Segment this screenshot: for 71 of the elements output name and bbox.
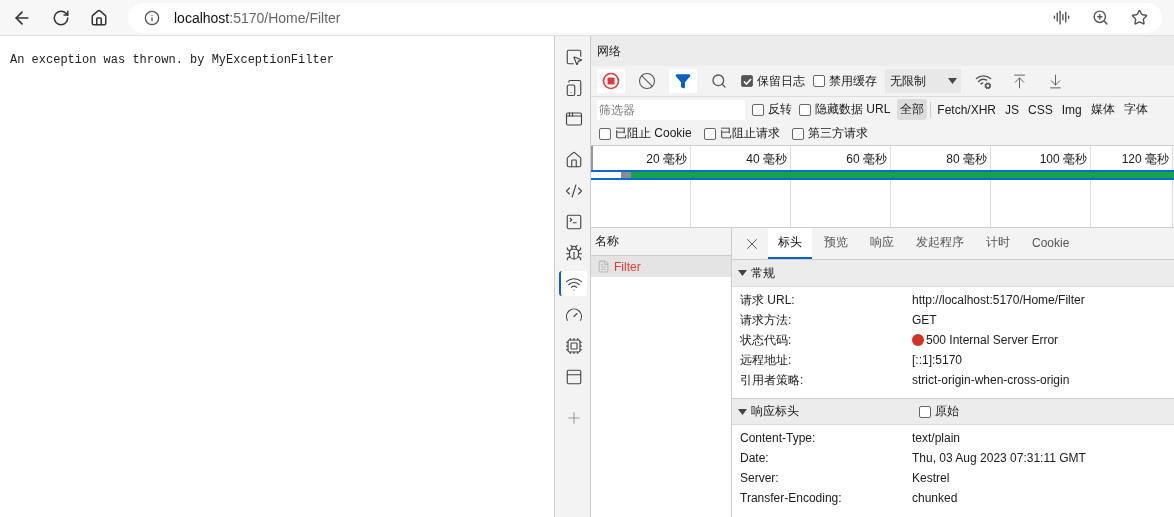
zoom-icon[interactable] [1092,9,1109,26]
favorite-icon[interactable] [1131,9,1148,26]
checkbox[interactable]: 原始 [919,403,959,420]
header-value: Kestrel [912,470,951,487]
filter-icon[interactable] [669,69,697,93]
header-value: text/plain [912,430,962,447]
header-value: http://localhost:5170/Home/Filter [912,292,1086,309]
record-icon[interactable] [597,69,625,93]
address-bar[interactable]: localhost:5170/Home/Filter [128,2,1162,33]
checkbox[interactable]: 已阻止 Cookie [599,125,692,142]
section-header[interactable]: 响应标头 原始 [732,398,1174,425]
header-name: Server: [740,470,780,487]
section-header[interactable]: 常规 [732,260,1174,287]
header-name: Content-Type: [740,430,817,447]
home-icon[interactable] [90,8,108,27]
detail-tab[interactable]: 预览 [814,228,858,259]
column-header: 名称 [595,233,619,250]
detail-tab[interactable]: 计时 [976,228,1020,259]
type-filter[interactable]: Fetch/XHR [934,100,1000,119]
type-filter[interactable]: CSS [1025,100,1056,119]
time-tick: 80 毫秒 [891,146,991,170]
reload-icon[interactable] [52,8,70,27]
dropdown-triangle-icon[interactable] [948,77,957,85]
detail-tab[interactable]: Cookie [1022,228,1080,259]
header-value: [::1]:5170 [912,352,964,369]
panel-title: 网络 [597,42,621,60]
expand-triangle-icon[interactable] [738,407,747,416]
header-value: strict-origin-when-cross-origin [912,372,1071,389]
header-name: Transfer-Encoding: [740,490,843,507]
type-filter[interactable]: 全部 [897,99,928,120]
throttling-select[interactable]: 无限制 [885,69,961,93]
header-value: GET [912,312,938,329]
header-value: Thu, 03 Aug 2023 07:31:11 GMT [912,450,1087,467]
time-tick: 120 毫秒 [1091,146,1173,170]
url-path: :5170/Home/Filter [229,9,341,26]
checkbox[interactable]: 反转 [752,101,792,118]
detail-tab[interactable]: 发起程序 [906,228,974,259]
header-name: 远程地址: [740,351,793,369]
checkbox[interactable]: 禁用缓存 [813,72,877,90]
expand-triangle-icon[interactable] [738,269,747,277]
filter-input[interactable]: 筛选器 [597,99,745,120]
section-title: 常规 [751,264,776,282]
header-value: 500 Internal Server Error [926,333,1059,347]
type-filter[interactable]: 字体 [1120,99,1151,120]
header-name: 状态代码: [740,331,793,349]
time-tick: 40 毫秒 [691,146,791,170]
url-host: localhost [174,9,230,26]
checkmark-icon [742,76,752,86]
checkbox[interactable]: 已阻止请求 [703,125,780,142]
header-name: 请求方法: [740,311,793,329]
time-tick: 60 毫秒 [791,146,891,170]
document-icon [597,260,610,273]
detail-tab[interactable]: 响应 [860,228,904,259]
network-tool-icon[interactable] [558,271,587,296]
time-tick: 20 毫秒 [591,146,691,170]
header-name: 引用者策略: [740,371,805,389]
type-filter[interactable]: Img [1058,100,1085,119]
read-aloud-icon[interactable] [1053,9,1070,26]
type-filter[interactable]: 媒体 [1087,99,1118,120]
checkbox[interactable]: 隐藏数据 URL [799,101,891,118]
header-name: Date: [740,450,770,467]
header-name: 请求 URL: [740,291,796,309]
page-message: An exception was thrown. by MyExceptionFilter [10,53,335,67]
checkbox[interactable]: 保留日志 [741,72,805,90]
header-value: chunked [912,490,959,507]
section-title: 响应标头 [751,403,800,420]
time-tick: 100 毫秒 [991,146,1091,170]
info-icon[interactable] [144,9,160,26]
checkbox[interactable]: 第三方请求 [791,125,868,142]
detail-tab[interactable]: 标头 [768,228,812,259]
type-filter[interactable]: JS [1002,100,1023,119]
